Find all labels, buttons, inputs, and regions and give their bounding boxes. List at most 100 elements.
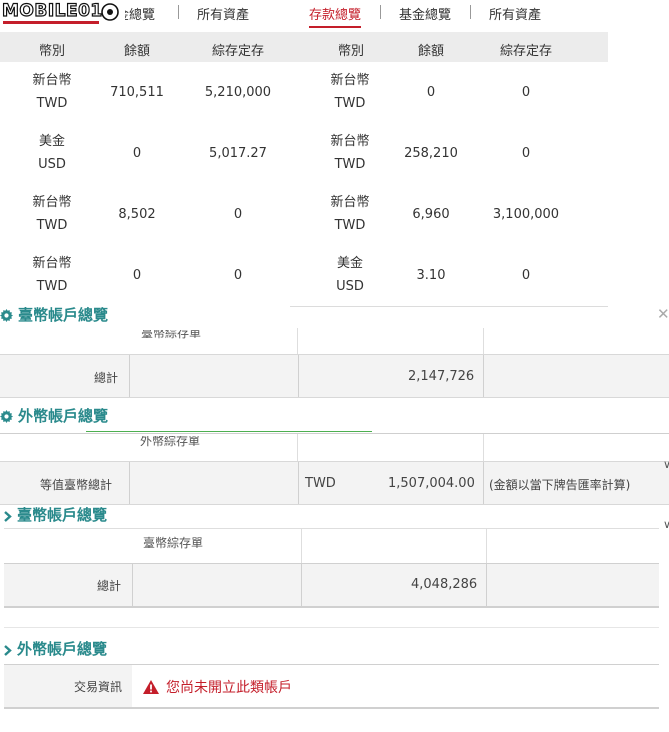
green-progress-line	[86, 431, 372, 432]
table-row: 新台幣 TWD 258,210 0	[290, 123, 608, 185]
right-tabbar: 存款總覽 基金總覽 所有資產	[290, 0, 608, 30]
divider	[4, 627, 659, 628]
col-fixed: 綜存定存	[500, 44, 553, 59]
section-title-text: 臺幣帳戶總覽	[18, 306, 109, 324]
divider	[297, 328, 298, 354]
fixed-cell: 5,210,000	[204, 85, 272, 100]
logo-underline	[3, 21, 99, 24]
info-label: 交易資訊	[74, 680, 123, 694]
table-row: 新台幣 TWD 710,511 5,210,000	[0, 62, 290, 124]
table-row: 新台幣 TWD 8,502 0	[0, 184, 290, 246]
left-table-header: 幣別 餘額 綜存定存	[0, 32, 290, 62]
chevron-right-icon	[4, 645, 12, 656]
table-row: 新台幣 TWD 6,960 3,100,000	[290, 184, 608, 246]
chevron-down-icon[interactable]: ∨	[663, 518, 669, 531]
left-deposit-panel: 金總覽 所有資產 MOBILE01 幣別 餘額 綜存定存 新台幣 TWD 710…	[0, 0, 290, 306]
section-title-text: 臺幣帳戶總覽	[17, 506, 108, 524]
total-value: 4,048,286	[411, 577, 478, 592]
mobile01-logo: MOBILE01	[0, 0, 125, 26]
warning-message: 您尚未開立此類帳戶	[166, 680, 292, 696]
col-currency: 幣別	[338, 44, 365, 59]
table-row: 新台幣 TWD 0 0	[0, 245, 290, 306]
currency-cell: 新台幣 TWD	[330, 134, 370, 172]
total-row: 等值臺幣總計 TWD 1,507,004.00 (金額以當下牌告匯率計算)	[0, 461, 669, 505]
tab-deposit-overview[interactable]: 存款總覽	[309, 4, 362, 28]
divider	[301, 564, 302, 606]
partial-row-label: 臺幣綜存單	[143, 536, 204, 550]
account-info-row: 交易資訊 您尚未開立此類帳戶	[4, 664, 659, 709]
close-icon[interactable]: ✕	[657, 305, 669, 323]
table-row: 新台幣 TWD 0 0	[290, 62, 608, 124]
tab-separator	[380, 5, 381, 19]
chevron-down-icon[interactable]: ∨	[663, 458, 669, 471]
balance-cell: 0	[132, 146, 142, 161]
divider	[486, 564, 487, 606]
fixed-cell: 0	[521, 268, 531, 283]
divider	[129, 462, 130, 504]
fixed-cell: 3,100,000	[492, 207, 560, 222]
fixed-cell: 0	[233, 268, 243, 283]
balance-cell: 0	[132, 268, 142, 283]
col-balance: 餘額	[418, 44, 445, 59]
divider	[483, 328, 484, 354]
total-row: 總計 4,048,286	[4, 563, 659, 608]
divider	[0, 433, 669, 434]
total-label: 等值臺幣總計	[40, 478, 113, 492]
balance-cell: 0	[426, 85, 436, 100]
section-title-twd-overview: 臺幣帳戶總覽	[0, 304, 108, 325]
fixed-cell: 5,017.27	[209, 146, 267, 161]
divider	[486, 528, 487, 564]
tab-all-assets[interactable]: 所有資產	[197, 4, 249, 23]
total-row: 總計 2,147,726	[0, 354, 669, 398]
tab-all-assets[interactable]: 所有資產	[489, 4, 541, 23]
col-currency: 幣別	[39, 44, 66, 59]
divider	[483, 434, 484, 462]
divider	[297, 434, 298, 462]
currency-cell: 新台幣 TWD	[32, 73, 72, 111]
divider	[301, 528, 302, 564]
right-table-header: 幣別 餘額 綜存定存	[290, 32, 608, 62]
total-value: 2,147,726	[408, 369, 475, 384]
divider	[298, 355, 299, 397]
section-title-foreign-overview-2: 外幣帳戶總覽	[3, 638, 107, 659]
divider	[129, 355, 130, 397]
currency-cell: 新台幣 TWD	[330, 73, 370, 111]
balance-cell: 3.10	[416, 268, 446, 283]
divider	[132, 564, 133, 606]
tab-separator	[178, 5, 179, 19]
divider	[4, 528, 659, 529]
logo-text: MOBILE01	[1, 0, 103, 21]
fixed-cell: 0	[521, 146, 531, 161]
tab-fund-overview[interactable]: 基金總覽	[399, 4, 451, 23]
section-title-twd-overview-2: 臺幣帳戶總覽	[3, 504, 107, 525]
balance-cell: 6,960	[412, 207, 450, 222]
total-value: 1,507,004.00	[388, 476, 475, 491]
divider	[298, 462, 299, 504]
chevron-right-icon	[4, 511, 12, 522]
right-deposit-panel: 存款總覽 基金總覽 所有資產 幣別 餘額 綜存定存 新台幣 TWD 0 0 新台…	[290, 0, 608, 307]
section-title-text: 外幣帳戶總覽	[17, 640, 108, 658]
balance-cell: 8,502	[118, 207, 156, 222]
fixed-cell: 0	[233, 207, 243, 222]
currency-cell: 新台幣 TWD	[32, 195, 72, 233]
total-label: 總計	[94, 371, 119, 385]
balance-cell: 710,511	[110, 85, 164, 100]
fixed-cell: 0	[521, 85, 531, 100]
section-title-foreign-overview: 外幣帳戶總覽	[0, 405, 108, 426]
currency-cell: 美金 USD	[38, 134, 66, 172]
gear-icon	[0, 309, 13, 322]
currency-cell: 新台幣 TWD	[330, 195, 370, 233]
divider	[483, 462, 484, 504]
divider	[483, 355, 484, 397]
info-label-cell: 交易資訊	[4, 665, 132, 707]
tab-separator	[470, 5, 471, 19]
partial-row-label: 外幣綜存單	[140, 436, 201, 448]
exchange-note: (金額以當下牌告匯率計算)	[489, 478, 631, 492]
partial-row-label: 臺幣綜存單	[141, 330, 202, 340]
warning-icon	[143, 680, 159, 694]
currency-code: TWD	[305, 476, 336, 491]
col-balance: 餘額	[124, 44, 151, 59]
logo-mark-icon	[101, 3, 119, 21]
gear-icon	[0, 410, 13, 423]
currency-cell: 美金 USD	[336, 256, 364, 294]
